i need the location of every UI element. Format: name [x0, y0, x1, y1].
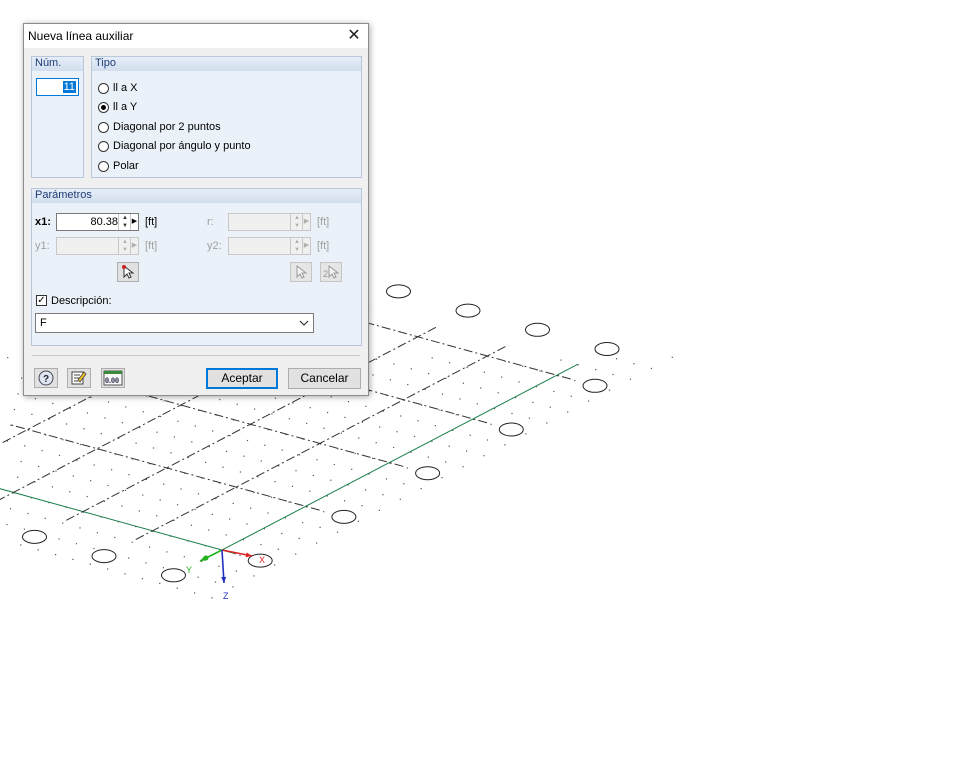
- radio-polar[interactable]: Polar: [98, 158, 139, 174]
- descripcion-value: F: [40, 317, 47, 329]
- bubble-label: D: [150, 0, 157, 2]
- y1-input[interactable]: ▲ ▼ ▶: [56, 237, 139, 255]
- units-decimal-icon: 0.00: [103, 370, 123, 386]
- radio-icon: [98, 160, 109, 172]
- new-guideline-dialog: Nueva línea auxiliar ✕ Núm. 11 Tipo ll a…: [23, 23, 369, 396]
- pick-pointer-icon: [296, 265, 308, 279]
- svg-text:2: 2: [323, 269, 328, 279]
- z-axis-arrow: [221, 549, 227, 584]
- cancel-button[interactable]: Cancelar: [288, 368, 361, 389]
- r-input[interactable]: ▲ ▼ ▶: [228, 213, 311, 231]
- radio-parallel-x[interactable]: ll a X: [98, 80, 137, 96]
- help-icon: ?: [38, 370, 54, 386]
- radio-icon: [98, 140, 109, 152]
- help-button[interactable]: ?: [34, 368, 58, 388]
- descripcion-combobox[interactable]: F: [35, 313, 314, 333]
- parametros-label: Parámetros: [35, 189, 92, 201]
- bubble-label: 5: [326, 0, 331, 2]
- y-axis-arrow: [199, 549, 223, 562]
- x1-input[interactable]: 80.38 ▲ ▼ ▶: [56, 213, 139, 231]
- y2-unit: [ft]: [317, 240, 330, 252]
- descripcion-label: Descripción:: [51, 295, 112, 307]
- y2-label: y2:: [207, 240, 222, 252]
- y2-input[interactable]: ▲ ▼ ▶: [228, 237, 311, 255]
- bubble-label: B: [341, 0, 347, 2]
- num-label: Núm.: [35, 57, 62, 69]
- radio-diagonal-2-points[interactable]: Diagonal por 2 puntos: [98, 119, 221, 135]
- grid-bubble-D[interactable]: D: [498, 0, 524, 437]
- bubble-label: C: [66, 0, 73, 2]
- grid-bubble-C[interactable]: C: [415, 0, 441, 481]
- bubble-label: 1: [604, 0, 609, 2]
- pick-point-button-2[interactable]: [290, 262, 312, 282]
- bubble-label: 2: [535, 0, 540, 2]
- grid-bubble-1-end[interactable]: 1: [594, 0, 620, 356]
- radio-parallel-y[interactable]: ll a Y: [98, 99, 137, 115]
- bubble-label: D: [508, 0, 515, 2]
- y1-label: y1:: [35, 240, 50, 252]
- grid-bubble-4-end[interactable]: 4: [386, 0, 411, 299]
- bubble-label: C: [424, 0, 431, 2]
- edit-note-icon: [71, 371, 87, 385]
- separator: [32, 355, 360, 356]
- radio-icon: [98, 121, 109, 133]
- r-unit: [ft]: [317, 216, 330, 228]
- pick-two-points-button[interactable]: 2: [320, 262, 342, 282]
- edit-button[interactable]: [67, 368, 91, 388]
- radio-diagonal-angle-point[interactable]: Diagonal por ángulo y punto: [98, 138, 251, 154]
- parametros-group: Parámetros x1: 80.38 ▲ ▼ ▶ [ft] y1: ▲ ▼ ▶ …: [31, 188, 362, 346]
- num-input[interactable]: 11: [36, 78, 79, 96]
- bubble-label: 3: [465, 0, 470, 2]
- num-value: 11: [62, 81, 76, 93]
- dialog-title: Nueva línea auxiliar: [28, 29, 134, 43]
- x1-label: x1:: [35, 216, 51, 228]
- grid-bubble-2-end[interactable]: 2: [525, 0, 550, 337]
- units-button[interactable]: 0.00: [101, 368, 125, 388]
- bubble-label: 1: [171, 0, 176, 2]
- tipo-group: Tipo ll a X ll a Y Diagonal por 2 puntos…: [91, 56, 362, 178]
- x-axis-arrow: [221, 549, 253, 558]
- grid-bubble-3-end[interactable]: 3: [455, 0, 481, 318]
- units-icon-text: 0.00: [105, 376, 119, 385]
- pick-two-points-icon: 2: [323, 265, 339, 279]
- ok-button[interactable]: Aceptar: [206, 368, 278, 389]
- x1-unit: [ft]: [145, 216, 158, 228]
- bubble-label: E: [234, 0, 240, 2]
- menu-arrow-icon[interactable]: ▶: [130, 238, 138, 254]
- z-axis-label: Z: [223, 591, 229, 601]
- descripcion-checkbox[interactable]: ✓: [36, 295, 47, 306]
- close-icon[interactable]: ✕: [342, 25, 366, 47]
- pick-point-button[interactable]: [117, 262, 139, 282]
- radio-icon: [98, 82, 109, 94]
- bubble-label: 4: [396, 0, 401, 2]
- bubble-label: A: [257, 0, 263, 2]
- tipo-label: Tipo: [95, 57, 116, 69]
- bubble-label: 2: [101, 0, 106, 2]
- y1-unit: [ft]: [145, 240, 158, 252]
- menu-arrow-icon[interactable]: ▶: [130, 214, 138, 230]
- x-axis-label: X: [259, 555, 265, 565]
- chevron-down-icon[interactable]: [299, 320, 309, 326]
- pick-pointer-icon: [122, 265, 135, 279]
- menu-arrow-icon[interactable]: ▶: [302, 238, 310, 254]
- bubble-label: E: [592, 0, 598, 2]
- num-group: Núm. 11: [31, 56, 84, 178]
- dialog-titlebar: Nueva línea auxiliar ✕: [24, 24, 368, 48]
- menu-arrow-icon[interactable]: ▶: [302, 214, 310, 230]
- bubble-label: 3: [32, 0, 37, 2]
- radio-selected-icon: [98, 101, 109, 113]
- svg-text:?: ?: [43, 374, 49, 385]
- r-label: r:: [207, 216, 214, 228]
- grid-bubble-E[interactable]: E: [582, 0, 608, 393]
- y-axis-label: Y: [186, 565, 192, 575]
